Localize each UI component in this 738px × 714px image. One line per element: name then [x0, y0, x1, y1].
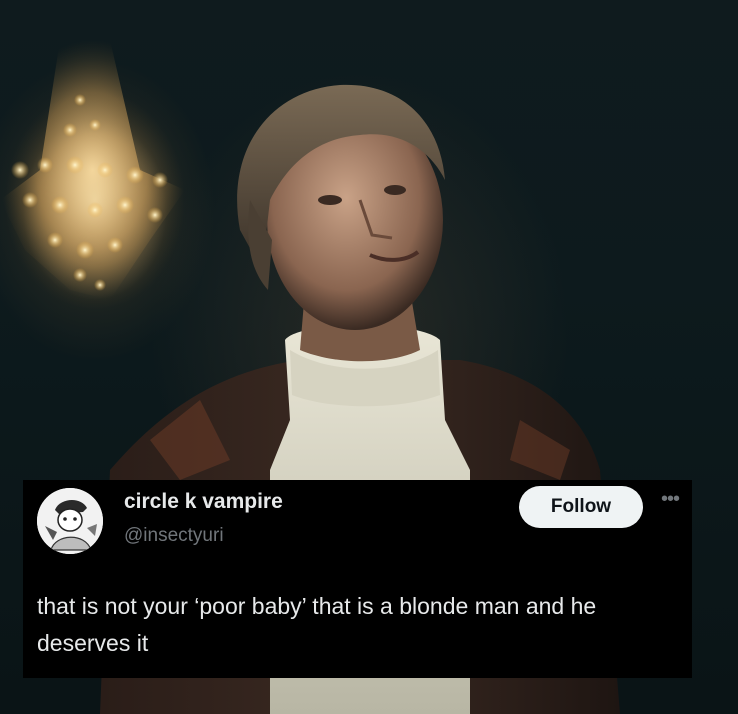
- tweet-card: circle k vampire @insectyuri Follow ••• …: [23, 480, 692, 678]
- display-name[interactable]: circle k vampire: [124, 490, 283, 514]
- more-horizontal-icon[interactable]: •••: [655, 489, 685, 516]
- user-handle[interactable]: @insectyuri: [124, 525, 224, 547]
- avatar-drawing-icon: [37, 488, 103, 554]
- tweet-text: that is not your ‘poor baby’ that is a b…: [37, 593, 597, 656]
- follow-button[interactable]: Follow: [519, 486, 643, 528]
- avatar[interactable]: [37, 488, 103, 554]
